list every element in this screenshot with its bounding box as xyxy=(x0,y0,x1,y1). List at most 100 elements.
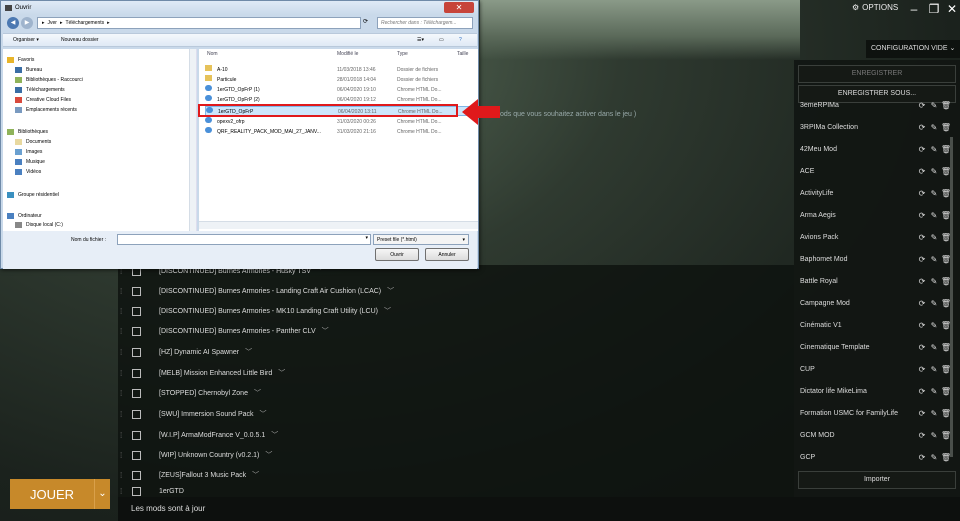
load-icon[interactable]: ⟳ xyxy=(916,101,928,110)
chevron-down-icon[interactable]: ﹀ xyxy=(271,430,278,440)
edit-icon[interactable]: ✎ xyxy=(928,145,940,154)
load-icon[interactable]: ⟳ xyxy=(916,409,928,418)
edit-icon[interactable]: ✎ xyxy=(928,387,940,396)
mod-row[interactable]: ⁞ [ZEUS]Fallout 3 Music Pack ﹀ xyxy=(118,465,794,485)
preset-item[interactable]: Baphomet Mod ⟳ ✎ 🗑 xyxy=(800,248,952,270)
preset-item[interactable]: Cinématic V1 ⟳ ✎ 🗑 xyxy=(800,314,952,336)
minimize-button[interactable]: – xyxy=(904,0,924,18)
nav-item-downloads[interactable]: Téléchargements xyxy=(15,85,65,95)
preset-item[interactable]: GCP ⟳ ✎ 🗑 xyxy=(800,446,952,468)
preset-item[interactable]: 42Meu Mod ⟳ ✎ 🗑 xyxy=(800,138,952,160)
import-button[interactable]: Importer xyxy=(798,471,956,489)
view-options-icon[interactable]: ☰▾ xyxy=(417,34,424,47)
drag-handle-icon[interactable]: ⁞ xyxy=(120,431,128,440)
load-icon[interactable]: ⟳ xyxy=(916,321,928,330)
column-modified[interactable]: Modifié le xyxy=(337,51,358,57)
edit-icon[interactable]: ✎ xyxy=(928,189,940,198)
organize-button[interactable]: Organiser ▾ xyxy=(13,34,39,47)
preset-item[interactable]: Dictator life MikeLima ⟳ ✎ 🗑 xyxy=(800,380,952,402)
load-icon[interactable]: ⟳ xyxy=(916,277,928,286)
edit-icon[interactable]: ✎ xyxy=(928,453,940,462)
configuration-selector[interactable]: CONFIGURATION VIDE ⌄ xyxy=(866,40,960,58)
nav-item-computer[interactable]: Ordinateur xyxy=(7,211,42,221)
cancel-button[interactable]: Annuler xyxy=(425,248,469,261)
mod-row[interactable]: ⁞ [HZ] Dynamic AI Spawner ﹀ xyxy=(118,342,794,362)
preset-item[interactable]: GCM MOD ⟳ ✎ 🗑 xyxy=(800,424,952,446)
edit-icon[interactable]: ✎ xyxy=(928,211,940,220)
file-row[interactable]: 1erGTD_OpFrP (1) 06/04/2020 19:10 Chrome H… xyxy=(205,85,473,95)
preset-item[interactable]: ACE ⟳ ✎ 🗑 xyxy=(800,160,952,182)
load-icon[interactable]: ⟳ xyxy=(916,255,928,264)
edit-icon[interactable]: ✎ xyxy=(928,233,940,242)
mod-row[interactable]: ⁞ [DISCONTINUED] Burnes Armories - Landin… xyxy=(118,281,794,301)
preset-item[interactable]: Avions Pack ⟳ ✎ 🗑 xyxy=(800,226,952,248)
mod-row[interactable]: ⁞ [MELB] Mission Enhanced Little Bird ﹀ xyxy=(118,363,794,383)
load-icon[interactable]: ⟳ xyxy=(916,365,928,374)
nav-item-local-disk[interactable]: Disque local (C:) xyxy=(15,221,63,229)
drag-handle-icon[interactable]: ⁞ xyxy=(120,307,128,316)
nav-item-homegroup[interactable]: Groupe résidentiel xyxy=(7,190,59,200)
chevron-down-icon[interactable]: ⌄ xyxy=(94,479,110,509)
preset-item[interactable]: CUP ⟳ ✎ 🗑 xyxy=(800,358,952,380)
preset-item[interactable]: 3emeRPIMa ⟳ ✎ 🗑 xyxy=(800,96,952,114)
maximize-button[interactable]: ❐ xyxy=(924,0,944,18)
edit-icon[interactable]: ✎ xyxy=(928,299,940,308)
edit-icon[interactable]: ✎ xyxy=(928,123,940,132)
load-icon[interactable]: ⟳ xyxy=(916,453,928,462)
chevron-down-icon[interactable]: ﹀ xyxy=(265,450,272,460)
drag-handle-icon[interactable]: ⁞ xyxy=(120,410,128,419)
load-icon[interactable]: ⟳ xyxy=(916,167,928,176)
load-icon[interactable]: ⟳ xyxy=(916,431,928,440)
chevron-down-icon[interactable]: ﹀ xyxy=(254,388,261,398)
column-size[interactable]: Taille xyxy=(457,51,468,57)
drag-handle-icon[interactable]: ⁞ xyxy=(120,487,128,496)
preset-item[interactable]: ActivityLife ⟳ ✎ 🗑 xyxy=(800,182,952,204)
edit-icon[interactable]: ✎ xyxy=(928,101,940,110)
load-icon[interactable]: ⟳ xyxy=(916,343,928,352)
edit-icon[interactable]: ✎ xyxy=(928,277,940,286)
nav-item-images[interactable]: Images xyxy=(15,147,42,157)
nav-item-libraries[interactable]: Bibliothèques xyxy=(7,127,48,137)
edit-icon[interactable]: ✎ xyxy=(928,167,940,176)
chevron-down-icon[interactable]: ﹀ xyxy=(245,347,252,357)
load-icon[interactable]: ⟳ xyxy=(916,299,928,308)
mod-row[interactable]: ⁞ [STOPPED] Chernobyl Zone ﹀ xyxy=(118,383,794,403)
save-button[interactable]: ENREGISTRER xyxy=(798,65,956,83)
mod-row[interactable]: ⁞ [DISCONTINUED] Burnes Armories - Panthe… xyxy=(118,321,794,341)
nav-item-desktop[interactable]: Bureau xyxy=(15,65,42,75)
filename-input[interactable]: ▾ xyxy=(117,234,371,245)
nav-scrollbar[interactable] xyxy=(189,49,196,231)
back-icon[interactable]: ◀ xyxy=(7,17,19,29)
mod-checkbox[interactable] xyxy=(132,486,141,496)
drag-handle-icon[interactable]: ⁞ xyxy=(120,369,128,378)
mod-checkbox[interactable] xyxy=(132,306,141,316)
edit-icon[interactable]: ✎ xyxy=(928,321,940,330)
search-input[interactable]: Rechercher dans : Téléchargem... xyxy=(377,17,473,29)
load-icon[interactable]: ⟳ xyxy=(916,233,928,242)
load-icon[interactable]: ⟳ xyxy=(916,189,928,198)
chevron-down-icon[interactable]: ﹀ xyxy=(387,286,394,296)
options-button[interactable]: ⚙ OPTIONS xyxy=(852,3,898,12)
help-icon[interactable]: ? xyxy=(459,34,462,47)
mod-checkbox[interactable] xyxy=(132,409,141,419)
mod-checkbox[interactable] xyxy=(132,326,141,336)
refresh-icon[interactable]: ⟳ xyxy=(363,18,368,25)
mod-checkbox[interactable] xyxy=(132,388,141,398)
dialog-close-button[interactable]: ✕ xyxy=(444,2,474,13)
path-breadcrumb[interactable]: ▸ Jver ▸ Téléchargements ▸ xyxy=(37,17,361,29)
chevron-down-icon[interactable]: ﹀ xyxy=(322,326,329,336)
mod-checkbox[interactable] xyxy=(132,347,141,357)
drag-handle-icon[interactable]: ⁞ xyxy=(120,327,128,336)
preset-scrollbar[interactable] xyxy=(950,137,953,457)
load-icon[interactable]: ⟳ xyxy=(916,211,928,220)
drag-handle-icon[interactable]: ⁞ xyxy=(120,471,128,480)
mod-checkbox[interactable] xyxy=(132,470,141,480)
nav-item-documents[interactable]: Documents xyxy=(15,137,51,147)
edit-icon[interactable]: ✎ xyxy=(928,255,940,264)
mod-row[interactable]: ⁞ [DISCONTINUED] Burnes Armories - MK10 L… xyxy=(118,301,794,321)
preset-item[interactable]: Formation USMC for FamilyLife ⟳ ✎ 🗑 xyxy=(800,402,952,424)
drag-handle-icon[interactable]: ⁞ xyxy=(120,287,128,296)
preset-item[interactable]: Cinematique Template ⟳ ✎ 🗑 xyxy=(800,336,952,358)
mod-checkbox[interactable] xyxy=(132,430,141,440)
close-button[interactable]: ✕ xyxy=(942,0,960,18)
